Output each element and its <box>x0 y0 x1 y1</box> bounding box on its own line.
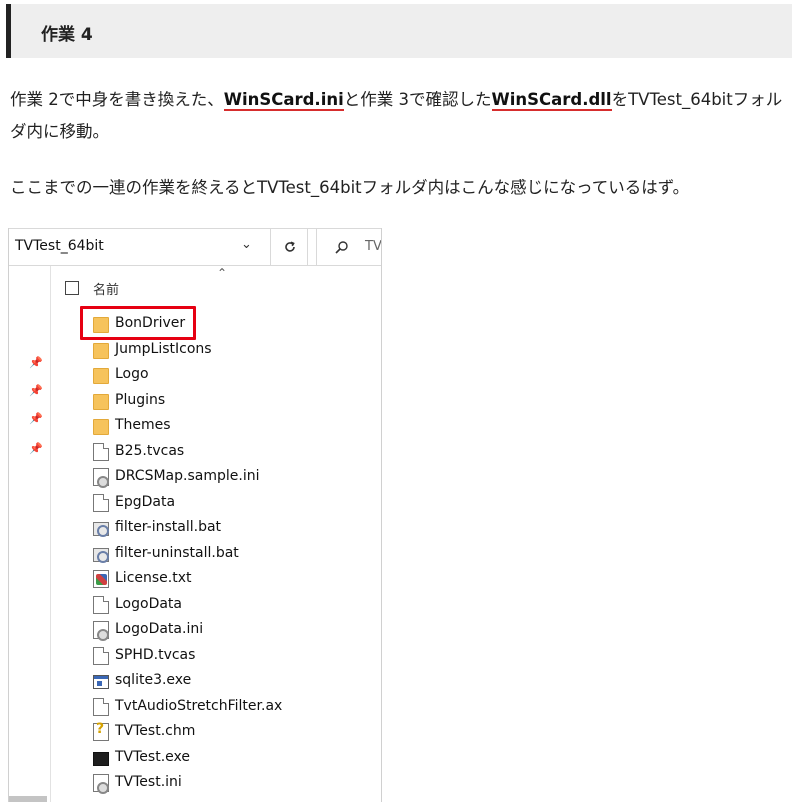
summary-paragraph: ここまでの一連の作業を終えるとTVTest_64bitフォルダ内はこんな感じにな… <box>10 178 690 197</box>
file-row[interactable]: TVTest.exe <box>93 746 381 772</box>
file-row[interactable]: EpgData <box>93 491 381 517</box>
file-icon <box>93 493 109 512</box>
folder-icon <box>93 419 109 435</box>
file-icon <box>93 442 109 461</box>
file-row[interactable]: TvtAudioStretchFilter.ax <box>93 695 381 721</box>
instruction-paragraph: 作業 2で中身を書き換えた、WinSCard.iniと作業 3で確認したWinS… <box>10 84 790 148</box>
winscard-dll-link[interactable]: WinSCard.dll <box>491 90 612 111</box>
file-name: Plugins <box>115 391 166 408</box>
file-row[interactable]: Plugins <box>93 389 381 415</box>
file-row[interactable]: filter-install.bat <box>93 516 381 542</box>
pin-icon[interactable]: 📌 <box>29 442 43 455</box>
file-list: BonDriver JumpListIcons Logo Plugins Themes B… <box>93 312 381 797</box>
file-name: filter-uninstall.bat <box>115 544 239 561</box>
file-name: JumpListIcons <box>115 340 212 357</box>
file-row[interactable]: TVTest.ini <box>93 771 381 797</box>
file-name: EpgData <box>115 493 176 510</box>
settings-file-icon <box>93 621 109 641</box>
pin-icon[interactable]: 📌 <box>29 356 43 369</box>
file-name: LogoData <box>115 595 182 612</box>
file-row[interactable]: B25.tvcas <box>93 440 381 466</box>
file-row[interactable]: DRCSMap.sample.ini <box>93 465 381 491</box>
winscard-ini-link[interactable]: WinSCard.ini <box>223 90 344 111</box>
folder-icon <box>93 342 109 359</box>
address-bar: TVTest_64bit ⌄ TV <box>9 228 382 266</box>
select-all-checkbox[interactable] <box>65 281 79 295</box>
batch-file-icon <box>93 547 109 563</box>
tvtest-executable-icon <box>93 751 109 766</box>
section-heading: 作業 4 <box>6 4 792 58</box>
file-name: TVTest.exe <box>115 748 190 765</box>
refresh-icon <box>284 241 295 252</box>
search-input[interactable]: TV <box>316 229 382 266</box>
batch-file-icon <box>93 522 109 537</box>
bondriver-highlight-box <box>80 306 196 340</box>
nav-pane-scrollbar[interactable] <box>9 796 47 802</box>
help-file-icon <box>93 721 109 741</box>
license-file-icon <box>93 570 109 588</box>
file-icon <box>93 697 109 716</box>
settings-file-icon <box>93 468 109 488</box>
file-name: Logo <box>115 366 149 382</box>
para1-prefix: 作業 2で中身を書き換えた、 <box>10 90 224 109</box>
section-title: 作業 4 <box>41 25 93 45</box>
file-icon <box>93 595 109 614</box>
chevron-down-icon[interactable]: ⌄ <box>241 237 252 252</box>
file-name: sqlite3.exe <box>115 672 192 688</box>
file-icon <box>93 646 109 665</box>
executable-icon <box>93 675 109 689</box>
settings-file-icon <box>93 774 109 794</box>
file-name: TVTest.chm <box>115 723 196 739</box>
file-row[interactable]: LogoData <box>93 593 381 619</box>
sort-up-icon[interactable]: ⌃ <box>217 266 227 280</box>
refresh-button[interactable] <box>272 229 308 266</box>
file-name: filter-install.bat <box>115 519 222 535</box>
search-icon <box>335 241 348 254</box>
folder-icon <box>93 393 109 410</box>
file-name: TvtAudioStretchFilter.ax <box>115 697 283 714</box>
file-name: LogoData.ini <box>115 621 204 637</box>
file-name: DRCSMap.sample.ini <box>115 468 260 484</box>
file-row[interactable]: License.txt <box>93 567 381 593</box>
file-name: SPHD.tvcas <box>115 646 196 663</box>
column-name-label: 名前 <box>93 283 120 298</box>
file-name: TVTest.ini <box>115 774 182 790</box>
folder-icon <box>93 368 109 384</box>
address-field[interactable]: TVTest_64bit ⌄ <box>9 229 271 266</box>
navigation-pane: 📌 📌 📌 📌 <box>9 266 51 802</box>
file-name: B25.tvcas <box>115 442 185 459</box>
para1-middle: と作業 3で確認した <box>343 90 492 109</box>
file-row[interactable]: SPHD.tvcas <box>93 644 381 670</box>
file-row[interactable]: Themes <box>93 414 381 440</box>
pin-icon[interactable]: 📌 <box>29 412 43 425</box>
file-row[interactable]: JumpListIcons <box>93 338 381 364</box>
file-row[interactable]: sqlite3.exe <box>93 669 381 695</box>
file-row[interactable]: LogoData.ini <box>93 618 381 644</box>
file-name: Themes <box>115 417 171 433</box>
file-row[interactable]: TVTest.chm <box>93 720 381 746</box>
pin-icon[interactable]: 📌 <box>29 384 43 397</box>
file-row[interactable]: Logo <box>93 363 381 389</box>
file-name: License.txt <box>115 570 192 586</box>
address-path: TVTest_64bit <box>15 238 104 254</box>
file-row[interactable]: filter-uninstall.bat <box>93 542 381 568</box>
search-text: TV <box>365 239 382 254</box>
